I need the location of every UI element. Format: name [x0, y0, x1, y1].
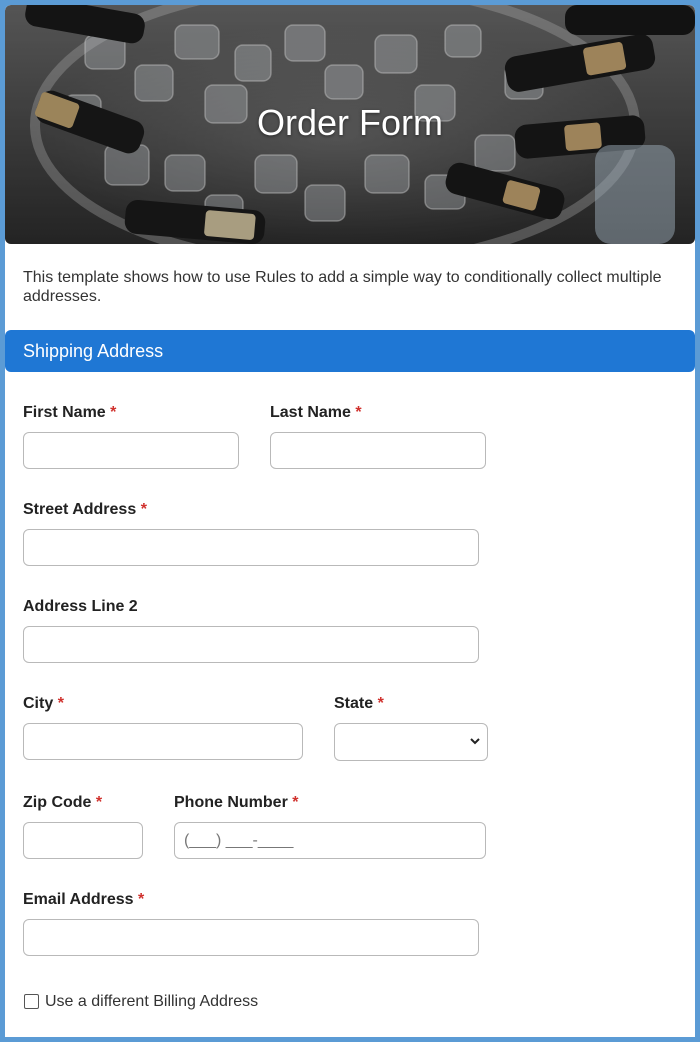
phone-number-label: Phone Number *	[174, 794, 298, 812]
email-address-input[interactable]	[23, 919, 479, 956]
city-label-text: City	[23, 695, 54, 712]
form-title: Order Form	[256, 102, 443, 143]
phone-number-input[interactable]: (___) ___-____	[174, 822, 486, 859]
required-marker: *	[140, 501, 147, 518]
required-marker: *	[355, 404, 362, 421]
billing-address-checkbox-label[interactable]: Use a different Billing Address	[45, 993, 258, 1011]
address-line-2-label-text: Address Line 2	[23, 598, 138, 615]
form-container: Order Form This template shows how to us…	[5, 5, 695, 1037]
city-label: City *	[23, 695, 64, 713]
first-name-label-text: First Name	[23, 404, 106, 421]
required-marker: *	[57, 695, 64, 712]
zip-code-label-text: Zip Code	[23, 794, 92, 811]
header-banner: Order Form	[5, 5, 695, 244]
required-marker: *	[292, 794, 299, 811]
first-name-label: First Name *	[23, 404, 116, 422]
street-address-label-text: Street Address	[23, 501, 137, 518]
chevron-down-icon	[470, 738, 480, 745]
phone-number-label-text: Phone Number	[174, 794, 288, 811]
address-line-2-input[interactable]	[23, 626, 479, 663]
email-address-label: Email Address *	[23, 891, 144, 909]
address-line-2-label: Address Line 2	[23, 598, 138, 616]
last-name-input[interactable]	[270, 432, 486, 469]
billing-address-checkbox[interactable]	[24, 994, 39, 1009]
required-marker: *	[138, 891, 145, 908]
first-name-input[interactable]	[23, 432, 239, 469]
shipping-section-header: Shipping Address	[5, 330, 695, 372]
required-marker: *	[110, 404, 117, 421]
zip-code-label: Zip Code *	[23, 794, 102, 812]
street-address-input[interactable]	[23, 529, 479, 566]
required-marker: *	[95, 794, 103, 811]
last-name-label: Last Name *	[270, 404, 362, 422]
state-select[interactable]	[334, 723, 488, 761]
last-name-label-text: Last Name	[270, 404, 351, 421]
required-marker: *	[377, 695, 384, 712]
form-description: This template shows how to use Rules to …	[23, 269, 662, 305]
section-title: Shipping Address	[23, 341, 164, 361]
city-input[interactable]	[23, 723, 303, 760]
phone-input-mask: (___) ___-____	[184, 832, 294, 849]
email-address-label-text: Email Address	[23, 891, 134, 908]
street-address-label: Street Address *	[23, 501, 147, 519]
zip-code-input[interactable]	[23, 822, 143, 859]
state-label-text: State	[334, 695, 374, 712]
state-label: State *	[334, 695, 384, 713]
